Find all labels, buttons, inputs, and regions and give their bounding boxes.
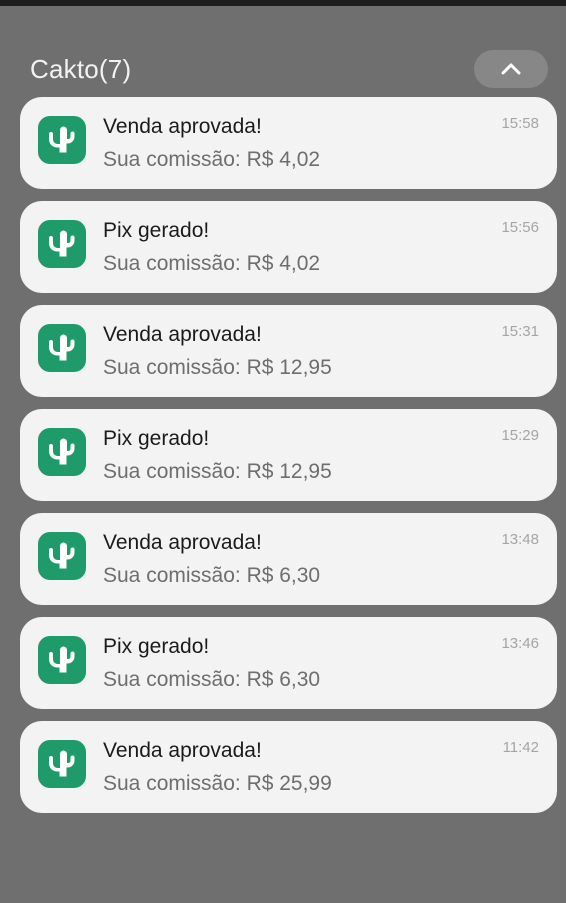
- notification-card[interactable]: Pix gerado! Sua comissão: R$ 12,95 15:29: [20, 409, 557, 501]
- notification-card[interactable]: Pix gerado! Sua comissão: R$ 4,02 15:56: [20, 201, 557, 293]
- notification-time: 15:31: [501, 323, 539, 340]
- notification-card[interactable]: Venda aprovada! Sua comissão: R$ 12,95 1…: [20, 305, 557, 397]
- cactus-icon: [38, 428, 86, 476]
- notification-time: 13:46: [501, 635, 539, 652]
- notification-card[interactable]: Venda aprovada! Sua comissão: R$ 6,30 13…: [20, 513, 557, 605]
- notification-title: Pix gerado!: [103, 427, 210, 450]
- notification-list: Venda aprovada! Sua comissão: R$ 4,02 15…: [20, 97, 557, 825]
- cactus-icon: [38, 220, 86, 268]
- group-title: Cakto(7): [30, 54, 132, 84]
- notification-title: Venda aprovada!: [103, 531, 262, 554]
- cactus-icon: [38, 532, 86, 580]
- notification-time: 15:29: [501, 427, 539, 444]
- notification-body: Sua comissão: R$ 12,95: [103, 356, 332, 379]
- status-bar-strip: [0, 0, 566, 6]
- cactus-icon: [38, 636, 86, 684]
- notification-group-header: Cakto(7): [30, 50, 548, 88]
- notification-body: Sua comissão: R$ 12,95: [103, 460, 332, 483]
- notification-title: Venda aprovada!: [103, 323, 262, 346]
- notification-body: Sua comissão: R$ 6,30: [103, 668, 321, 691]
- notification-body: Sua comissão: R$ 4,02: [103, 252, 321, 275]
- cactus-icon: [38, 116, 86, 164]
- notification-time: 15:56: [501, 219, 539, 236]
- cactus-icon: [38, 324, 86, 372]
- chevron-up-icon: [501, 63, 521, 75]
- notification-body: Sua comissão: R$ 4,02: [103, 148, 321, 171]
- notification-title: Pix gerado!: [103, 219, 210, 242]
- notification-card[interactable]: Venda aprovada! Sua comissão: R$ 25,99 1…: [20, 721, 557, 813]
- notification-card[interactable]: Venda aprovada! Sua comissão: R$ 4,02 15…: [20, 97, 557, 189]
- notification-card[interactable]: Pix gerado! Sua comissão: R$ 6,30 13:46: [20, 617, 557, 709]
- notification-time: 15:58: [501, 115, 539, 132]
- cactus-icon: [38, 740, 86, 788]
- notification-title: Pix gerado!: [103, 635, 210, 658]
- notification-title: Venda aprovada!: [103, 739, 262, 762]
- notification-body: Sua comissão: R$ 25,99: [103, 772, 332, 795]
- notification-body: Sua comissão: R$ 6,30: [103, 564, 321, 587]
- collapse-button[interactable]: [474, 50, 548, 88]
- notification-time: 13:48: [501, 531, 539, 548]
- notification-title: Venda aprovada!: [103, 115, 262, 138]
- notification-time: 11:42: [502, 739, 539, 756]
